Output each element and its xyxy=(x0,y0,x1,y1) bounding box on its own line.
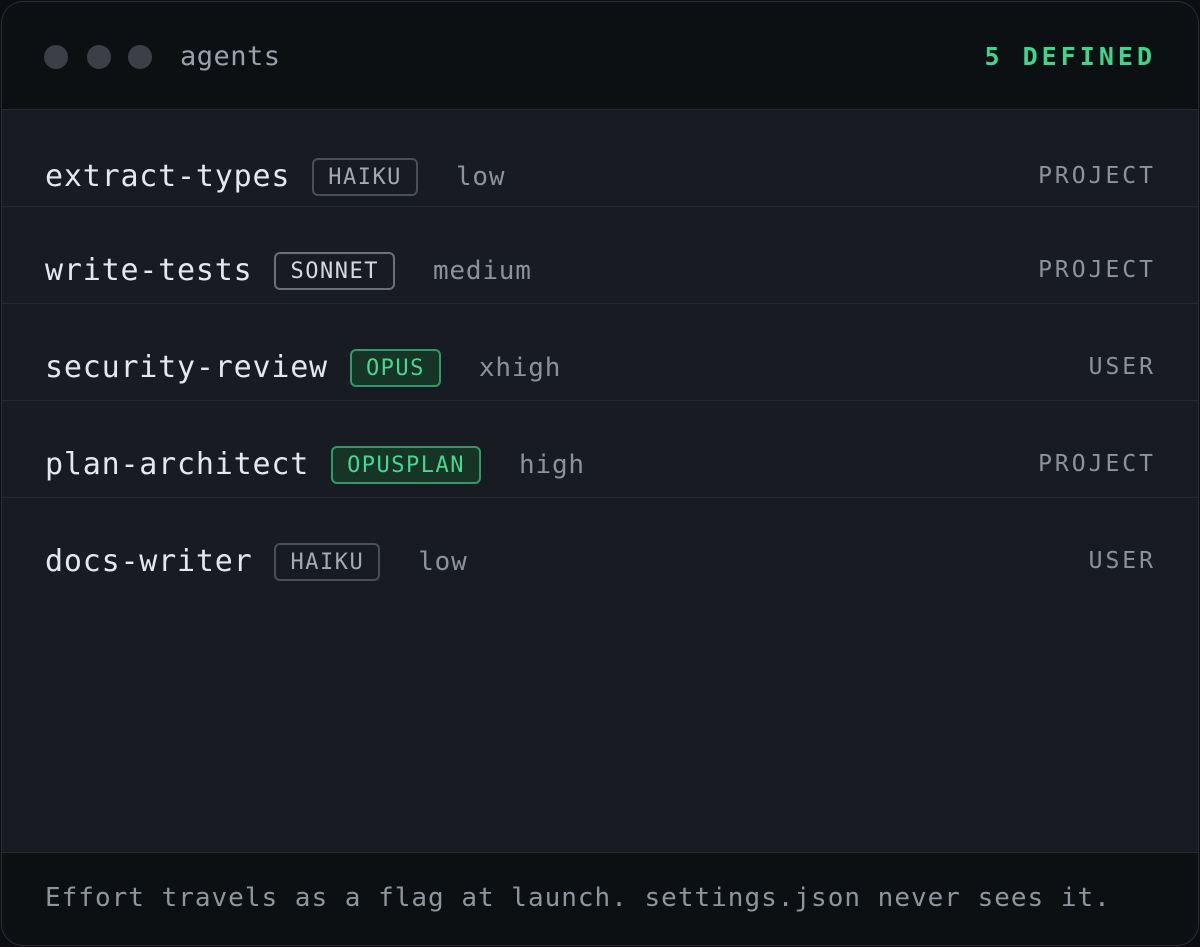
model-badge: HAIKU xyxy=(274,543,381,581)
agent-row[interactable]: docs-writer HAIKU low USER xyxy=(2,498,1198,594)
window-close-dot[interactable] xyxy=(44,45,68,69)
window-maximize-dot[interactable] xyxy=(128,45,152,69)
window-title: agents xyxy=(180,41,281,72)
scope-label: PROJECT xyxy=(1038,163,1156,189)
footer-note: Effort travels as a flag at launch. sett… xyxy=(45,883,1111,913)
scope-label: PROJECT xyxy=(1038,257,1156,283)
agent-name: plan-architect xyxy=(45,447,310,482)
agent-row[interactable]: write-tests SONNET medium PROJECT xyxy=(2,207,1198,304)
window-minimize-dot[interactable] xyxy=(87,45,111,69)
effort-level: low xyxy=(418,547,468,577)
agent-name: security-review xyxy=(45,350,328,385)
scope-label: PROJECT xyxy=(1038,451,1156,477)
agent-name: write-tests xyxy=(45,253,253,288)
title-bar: agents 5 DEFINED xyxy=(2,2,1198,110)
defined-count-label: 5 DEFINED xyxy=(984,42,1156,71)
model-badge: HAIKU xyxy=(312,158,418,196)
scope-label: USER xyxy=(1088,354,1156,380)
agent-name: docs-writer xyxy=(45,544,253,579)
model-badge: SONNET xyxy=(274,252,395,290)
footer-bar: Effort travels as a flag at launch. sett… xyxy=(2,852,1198,945)
agent-list: extract-types HAIKU low PROJECT write-te… xyxy=(2,110,1198,594)
effort-level: medium xyxy=(432,256,532,286)
agent-row[interactable]: extract-types HAIKU low PROJECT xyxy=(2,110,1198,207)
scope-label: USER xyxy=(1088,548,1156,574)
agents-window: agents 5 DEFINED extract-types HAIKU low… xyxy=(1,1,1199,946)
agent-name: extract-types xyxy=(45,159,291,194)
agent-row[interactable]: plan-architect OPUSPLAN high PROJECT xyxy=(2,401,1198,498)
effort-level: xhigh xyxy=(478,353,562,383)
effort-level: low xyxy=(455,162,506,192)
effort-level: high xyxy=(519,450,585,480)
model-badge: OPUSPLAN xyxy=(331,446,482,484)
agent-row[interactable]: security-review OPUS xhigh USER xyxy=(2,304,1198,401)
model-badge: OPUS xyxy=(349,349,441,387)
